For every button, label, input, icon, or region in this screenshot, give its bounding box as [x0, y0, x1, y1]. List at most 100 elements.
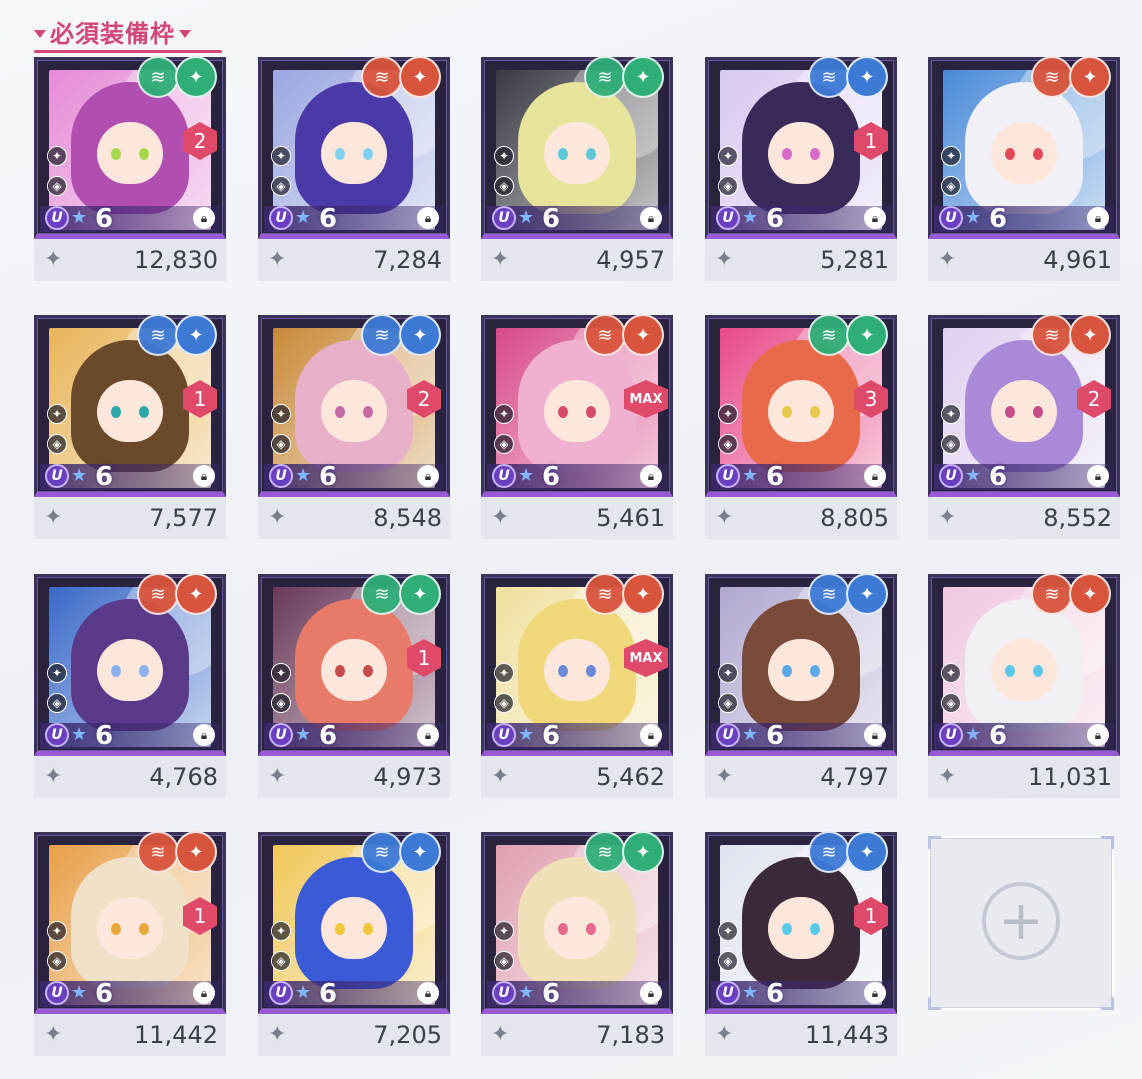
power-icon: ✦ [938, 764, 957, 789]
portrait-eye [363, 148, 373, 160]
portrait-eye [139, 148, 149, 160]
class-icon: ✦ [47, 663, 67, 683]
power-value: 5,462 [596, 763, 665, 791]
lock-icon[interactable]: 🔒︎ [193, 982, 215, 1004]
rank-badge: U [492, 981, 516, 1005]
character-card[interactable]: ≋ ✦ ✦ ◈ U ★ 6 🔒︎ ✦ 7,205 [258, 831, 450, 1056]
character-card[interactable]: ≋ ✦ 3 ✦ ◈ U ★ 6 🔒︎ ✦ 8,805 [705, 314, 897, 539]
character-card[interactable]: ≋ ✦ ✦ ◈ U ★ 6 🔒︎ ✦ 4,957 [481, 56, 673, 281]
power-row: ✦ 11,031 [928, 756, 1120, 798]
class-icon: ◈ [47, 693, 67, 713]
class-icon: ◈ [718, 693, 738, 713]
portrait-eye [363, 665, 373, 677]
lock-icon[interactable]: 🔒︎ [864, 465, 886, 487]
power-row: ✦ 8,548 [258, 497, 450, 539]
lock-icon[interactable]: 🔒︎ [193, 207, 215, 229]
power-row: ✦ 4,973 [258, 756, 450, 798]
rank-badge: U [492, 464, 516, 488]
rank-badge: U [716, 723, 740, 747]
lock-icon[interactable]: 🔒︎ [417, 207, 439, 229]
character-card[interactable]: ≋ ✦ 1 ✦ ◈ U ★ 6 🔒︎ ✦ 7,577 [34, 314, 226, 539]
lock-icon[interactable]: 🔒︎ [1087, 207, 1109, 229]
power-icon: ✦ [44, 505, 63, 530]
card-frame: ≋ ✦ 2 ✦ ◈ U ★ 6 🔒︎ [928, 314, 1120, 497]
element-icon: ≋ [137, 56, 179, 98]
portrait-eye [782, 923, 792, 935]
power-icon: ✦ [938, 247, 957, 272]
element-icon: ≋ [137, 831, 179, 873]
rank-badge: U [492, 723, 516, 747]
portrait-face [768, 897, 834, 959]
lock-icon[interactable]: 🔒︎ [417, 982, 439, 1004]
section-header[interactable]: 必須装備枠 [34, 14, 222, 53]
portrait-eye [586, 665, 596, 677]
card-frame: ≋ ✦ ✦ ◈ U ★ 6 🔒︎ [705, 573, 897, 756]
power-icon: ✦ [491, 505, 510, 530]
card-frame: ≋ ✦ 3 ✦ ◈ U ★ 6 🔒︎ [705, 314, 897, 497]
character-card[interactable]: ≋ ✦ ✦ ◈ U ★ 6 🔒︎ ✦ 4,768 [34, 573, 226, 798]
power-icon: ✦ [715, 505, 734, 530]
class-icon: ◈ [494, 176, 514, 196]
character-card[interactable]: ≋ ✦ 2 ✦ ◈ U ★ 6 🔒︎ ✦ 12,830 [34, 56, 226, 281]
character-card[interactable]: ≋ ✦ 1 ✦ ◈ U ★ 6 🔒︎ ✦ 11,443 [705, 831, 897, 1056]
lock-icon[interactable]: 🔒︎ [640, 465, 662, 487]
power-row: ✦ 8,552 [928, 497, 1120, 539]
power-value: 7,205 [373, 1021, 442, 1049]
element-icon: ≋ [1031, 314, 1073, 356]
class-icon: ◈ [494, 434, 514, 454]
lock-icon[interactable]: 🔒︎ [1087, 724, 1109, 746]
supporter-icon: ✦ [399, 56, 441, 98]
character-card[interactable]: ≋ ✦ 1 ✦ ◈ U ★ 6 🔒︎ ✦ 5,281 [705, 56, 897, 281]
rank-badge: U [716, 206, 740, 230]
lock-icon[interactable]: 🔒︎ [864, 724, 886, 746]
character-card[interactable]: ≋ ✦ MAX ✦ ◈ U ★ 6 🔒︎ ✦ 5,462 [481, 573, 673, 798]
star-icon: ★ [518, 982, 535, 1003]
lock-icon[interactable]: 🔒︎ [417, 465, 439, 487]
power-row: ✦ 7,183 [481, 1014, 673, 1056]
character-card[interactable]: ≋ ✦ ✦ ◈ U ★ 6 🔒︎ ✦ 11,031 [928, 573, 1120, 798]
power-value: 5,281 [820, 246, 889, 274]
portrait-eye [1005, 665, 1015, 677]
character-card[interactable]: ≋ ✦ ✦ ◈ U ★ 6 🔒︎ ✦ 4,797 [705, 573, 897, 798]
add-slot-button[interactable]: + [928, 836, 1114, 1010]
lock-icon[interactable]: 🔒︎ [640, 207, 662, 229]
star-icon: ★ [965, 724, 982, 745]
power-value: 8,548 [373, 504, 442, 532]
portrait-face [321, 122, 387, 184]
lock-icon[interactable]: 🔒︎ [864, 207, 886, 229]
supporter-icon: ✦ [846, 56, 888, 98]
portrait-eye [1033, 665, 1043, 677]
class-icon: ✦ [271, 404, 291, 424]
lock-icon[interactable]: 🔒︎ [864, 982, 886, 1004]
lock-icon[interactable]: 🔒︎ [193, 465, 215, 487]
lock-icon[interactable]: 🔒︎ [417, 724, 439, 746]
lock-icon[interactable]: 🔒︎ [193, 724, 215, 746]
class-icon: ◈ [47, 176, 67, 196]
character-card[interactable]: ≋ ✦ 2 ✦ ◈ U ★ 6 🔒︎ ✦ 8,552 [928, 314, 1120, 539]
character-card[interactable]: ≋ ✦ 1 ✦ ◈ U ★ 6 🔒︎ ✦ 4,973 [258, 573, 450, 798]
star-count: 6 [766, 204, 785, 234]
power-icon: ✦ [268, 1022, 287, 1047]
character-card[interactable]: ≋ ✦ MAX ✦ ◈ U ★ 6 🔒︎ ✦ 5,461 [481, 314, 673, 539]
character-card[interactable]: ≋ ✦ ✦ ◈ U ★ 6 🔒︎ ✦ 4,961 [928, 56, 1120, 281]
power-value: 7,183 [596, 1021, 665, 1049]
portrait-eye [335, 665, 345, 677]
power-value: 7,284 [373, 246, 442, 274]
power-icon: ✦ [44, 1022, 63, 1047]
character-card[interactable]: ≋ ✦ ✦ ◈ U ★ 6 🔒︎ ✦ 7,183 [481, 831, 673, 1056]
character-card[interactable]: ≋ ✦ 1 ✦ ◈ U ★ 6 🔒︎ ✦ 11,442 [34, 831, 226, 1056]
card-frame: ≋ ✦ 1 ✦ ◈ U ★ 6 🔒︎ [34, 831, 226, 1014]
character-card[interactable]: ≋ ✦ 2 ✦ ◈ U ★ 6 🔒︎ ✦ 8,548 [258, 314, 450, 539]
portrait-face [321, 380, 387, 442]
character-card[interactable]: ≋ ✦ ✦ ◈ U ★ 6 🔒︎ ✦ 7,284 [258, 56, 450, 281]
class-icon: ✦ [941, 146, 961, 166]
portrait-eye [1033, 148, 1043, 160]
lock-icon[interactable]: 🔒︎ [1087, 465, 1109, 487]
lock-icon[interactable]: 🔒︎ [640, 724, 662, 746]
class-icon: ✦ [718, 663, 738, 683]
class-icon: ◈ [718, 176, 738, 196]
supporter-icon: ✦ [175, 831, 217, 873]
supporter-icon: ✦ [622, 56, 664, 98]
lock-icon[interactable]: 🔒︎ [640, 982, 662, 1004]
element-icon: ≋ [584, 831, 626, 873]
